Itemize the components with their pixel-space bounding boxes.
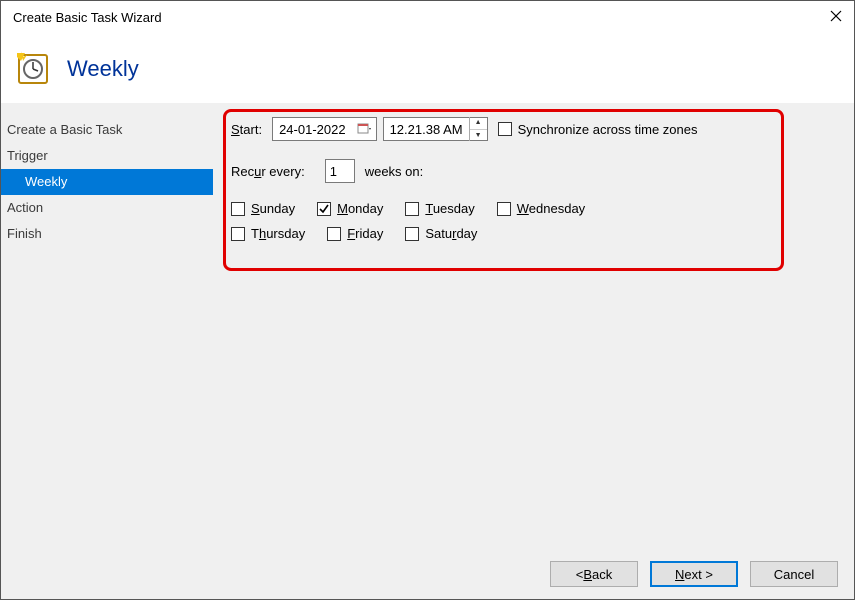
checkbox-box	[317, 202, 331, 216]
time-spinner[interactable]: ▲ ▼	[469, 117, 487, 141]
spin-up-icon[interactable]: ▲	[470, 117, 487, 130]
titlebar: Create Basic Task Wizard	[1, 1, 854, 35]
day-wednesday-checkbox[interactable]: Wednesday	[497, 201, 585, 216]
start-date-input[interactable]: 24-01-2022	[272, 117, 377, 141]
checkbox-box	[231, 227, 245, 241]
start-time-input[interactable]: 12.21.38 AM ▲ ▼	[383, 117, 488, 141]
day-saturday-checkbox[interactable]: Saturday	[405, 226, 477, 241]
day-sunday-checkbox[interactable]: Sunday	[231, 201, 295, 216]
checkbox-box	[497, 202, 511, 216]
day-label: Friday	[347, 226, 383, 241]
day-label: Saturday	[425, 226, 477, 241]
next-button[interactable]: Next >	[650, 561, 738, 587]
start-label: Start:	[231, 122, 262, 137]
sidebar-item-finish[interactable]: Finish	[1, 221, 213, 247]
back-button[interactable]: < Back	[550, 561, 638, 587]
date-picker-button[interactable]	[356, 121, 372, 137]
recur-suffix-label: weeks on:	[365, 164, 424, 179]
day-friday-checkbox[interactable]: Friday	[327, 226, 383, 241]
checkbox-box	[231, 202, 245, 216]
wizard-header: Weekly	[1, 35, 854, 103]
checkbox-box	[405, 227, 419, 241]
recur-label: Recur every:	[231, 164, 305, 179]
window-title: Create Basic Task Wizard	[13, 10, 830, 25]
day-label: Monday	[337, 201, 383, 216]
close-icon	[830, 10, 842, 22]
main-panel: Start: 24-01-2022 12.21.38 AM ▲	[213, 103, 854, 549]
day-tuesday-checkbox[interactable]: Tuesday	[405, 201, 474, 216]
page-title: Weekly	[67, 56, 139, 82]
checkmark-icon	[318, 203, 330, 215]
checkbox-box	[327, 227, 341, 241]
days-row-2: Thursday Friday Saturday	[231, 226, 836, 241]
checkbox-box	[498, 122, 512, 136]
checkbox-box	[405, 202, 419, 216]
day-monday-checkbox[interactable]: Monday	[317, 201, 383, 216]
cancel-button[interactable]: Cancel	[750, 561, 838, 587]
synchronize-checkbox[interactable]: Synchronize across time zones	[498, 122, 698, 137]
wizard-footer: < Back Next > Cancel	[1, 549, 854, 599]
recur-row: Recur every: 1 weeks on:	[231, 159, 836, 183]
sidebar-item-weekly[interactable]: Weekly	[1, 169, 213, 195]
synchronize-label: Synchronize across time zones	[518, 122, 698, 137]
sidebar: Create a Basic Task Trigger Weekly Actio…	[1, 103, 213, 549]
sidebar-item-action[interactable]: Action	[1, 195, 213, 221]
day-label: Wednesday	[517, 201, 585, 216]
sidebar-item-trigger[interactable]: Trigger	[1, 143, 213, 169]
days-row-1: Sunday Monday Tuesday Wednesday	[231, 201, 836, 216]
spin-down-icon[interactable]: ▼	[470, 130, 487, 142]
start-date-value: 24-01-2022	[279, 122, 346, 137]
calendar-icon	[357, 122, 371, 136]
task-clock-icon	[15, 51, 51, 87]
day-label: Sunday	[251, 201, 295, 216]
close-button[interactable]	[830, 10, 842, 25]
day-label: Tuesday	[425, 201, 474, 216]
day-label: Thursday	[251, 226, 305, 241]
wizard-window: Create Basic Task Wizard Weekly Create a…	[0, 0, 855, 600]
start-row: Start: 24-01-2022 12.21.38 AM ▲	[231, 117, 836, 141]
sidebar-item-create-basic-task[interactable]: Create a Basic Task	[1, 117, 213, 143]
start-time-value: 12.21.38 AM	[390, 122, 463, 137]
day-thursday-checkbox[interactable]: Thursday	[231, 226, 305, 241]
wizard-body: Create a Basic Task Trigger Weekly Actio…	[1, 103, 854, 549]
recur-every-input[interactable]: 1	[325, 159, 355, 183]
